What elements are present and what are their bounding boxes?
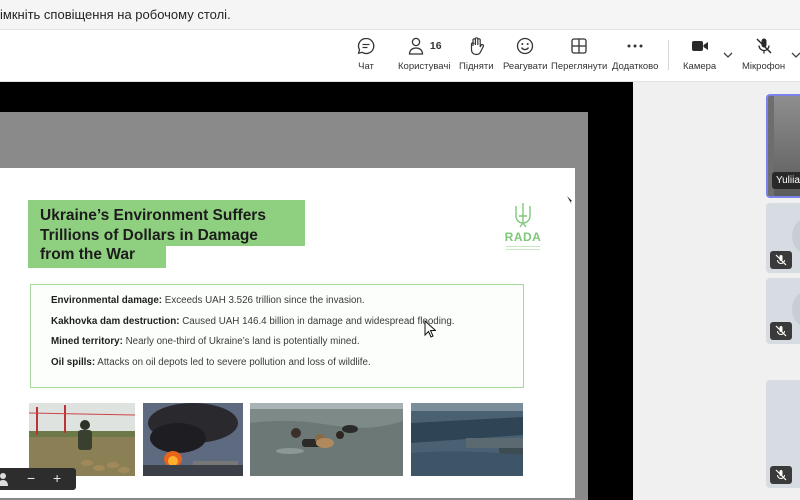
participant-tile[interactable] bbox=[766, 278, 800, 344]
meeting-toolbar: Чат 16 Користувачі Підняти Реагувати Пер… bbox=[0, 30, 800, 82]
participant-tile[interactable] bbox=[766, 203, 800, 273]
mic-chevron-down-icon[interactable] bbox=[789, 48, 800, 62]
trident-icon bbox=[515, 203, 531, 228]
fact-text: Nearly one-third of Ukraine’s land is po… bbox=[122, 336, 360, 347]
logo-subtitle-lines bbox=[506, 246, 540, 250]
fact-row: Environmental damage: Exceeds UAH 3.526 … bbox=[51, 295, 523, 316]
users-label: Користувачі bbox=[398, 61, 451, 72]
more-button[interactable]: Додатково bbox=[612, 36, 658, 78]
presentation-window: Ukraine’s Environment Suffers Trillions … bbox=[0, 112, 588, 500]
camera-label: Камера bbox=[683, 61, 717, 72]
participants-panel: Yuliia bbox=[633, 82, 800, 500]
camera-chevron-down-icon[interactable] bbox=[721, 48, 735, 62]
toolbar-divider bbox=[668, 40, 669, 70]
mic-button[interactable]: Мікрофон bbox=[742, 36, 785, 78]
small-pointer-icon bbox=[567, 196, 572, 205]
mic-off-icon bbox=[756, 38, 772, 54]
notification-bar: імкніть сповіщення на робочому столі. bbox=[0, 0, 800, 30]
slide-title-line1: Ukraine’s Environment Suffers bbox=[40, 207, 266, 224]
mic-off-icon bbox=[775, 325, 787, 337]
chat-label: Чат bbox=[358, 61, 374, 72]
shared-screen[interactable]: Ukraine’s Environment Suffers Trillions … bbox=[0, 82, 633, 500]
fact-row: Mined territory: Nearly one-third of Ukr… bbox=[51, 336, 523, 357]
fact-row: Oil spills: Attacks on oil depots led to… bbox=[51, 357, 523, 378]
people-icon bbox=[408, 37, 424, 55]
chat-icon bbox=[357, 37, 375, 55]
camera-icon bbox=[691, 41, 708, 51]
fact-heading: Environmental damage: bbox=[51, 295, 163, 306]
fact-text: Caused UAH 146.4 billion in damage and w… bbox=[179, 315, 455, 327]
presentation-slide: Ukraine’s Environment Suffers Trillions … bbox=[0, 168, 575, 498]
zoom-controls: − + bbox=[0, 468, 76, 490]
fact-heading: Mined territory: bbox=[51, 336, 123, 347]
react-label: Реагувати bbox=[503, 61, 548, 72]
mic-off-badge bbox=[770, 322, 792, 340]
mic-off-badge bbox=[770, 466, 792, 484]
mic-off-icon bbox=[775, 254, 787, 266]
fact-heading: Oil spills: bbox=[51, 356, 96, 368]
fact-row: Kakhovka dam destruction: Caused UAH 146… bbox=[51, 316, 523, 337]
react-button[interactable]: Реагувати bbox=[503, 36, 547, 78]
users-button[interactable]: 16 Користувачі bbox=[398, 36, 450, 78]
photo-flood-rescue bbox=[250, 403, 403, 476]
participant-tile-active[interactable]: Yuliia bbox=[766, 94, 800, 198]
more-dots-icon bbox=[627, 44, 643, 48]
camera-button[interactable]: Камера bbox=[683, 36, 716, 78]
photo-dam-breach bbox=[411, 403, 523, 476]
smiley-icon bbox=[517, 37, 534, 55]
raise-hand-label: Підняти bbox=[459, 61, 494, 72]
logo-text: RADA bbox=[504, 230, 542, 244]
facts-box: Environmental damage: Exceeds UAH 3.526 … bbox=[30, 284, 524, 388]
mouse-cursor-icon bbox=[424, 320, 436, 338]
fact-text: Exceeds UAH 3.526 trillion since the inv… bbox=[162, 295, 365, 306]
participant-tile[interactable] bbox=[766, 380, 800, 488]
fact-heading: Kakhovka dam destruction: bbox=[51, 315, 180, 327]
mic-label: Мікрофон bbox=[742, 61, 786, 72]
more-label: Додатково bbox=[612, 61, 659, 72]
photo-oil-fire bbox=[143, 403, 243, 476]
grid-view-icon bbox=[571, 38, 587, 54]
participant-name: Yuliia bbox=[772, 172, 800, 189]
fact-text: Attacks on oil depots led to severe poll… bbox=[95, 356, 371, 368]
rada-logo: RADA bbox=[498, 202, 548, 250]
view-label: Переглянути bbox=[551, 61, 608, 72]
zoom-out-button[interactable]: − bbox=[27, 470, 35, 486]
avatar bbox=[792, 292, 800, 326]
mic-off-badge bbox=[770, 251, 792, 269]
notification-text: імкніть сповіщення на робочому столі. bbox=[0, 7, 231, 22]
photo-demining bbox=[29, 403, 135, 476]
avatar bbox=[792, 219, 800, 253]
view-button[interactable]: Переглянути bbox=[551, 36, 607, 78]
users-count: 16 bbox=[429, 40, 442, 52]
slide-title-line2: Trillions of Dollars in Damage bbox=[40, 226, 258, 244]
mic-off-icon bbox=[775, 469, 787, 481]
slide-title: Ukraine’s Environment Suffers Trillions … bbox=[40, 206, 266, 265]
slide-title-line3: from the War bbox=[40, 246, 136, 263]
hand-icon bbox=[471, 37, 485, 56]
chat-button[interactable]: Чат bbox=[356, 36, 376, 78]
raise-hand-button[interactable]: Підняти bbox=[459, 36, 494, 78]
person-icon bbox=[0, 473, 8, 486]
zoom-in-button[interactable]: + bbox=[53, 470, 61, 486]
